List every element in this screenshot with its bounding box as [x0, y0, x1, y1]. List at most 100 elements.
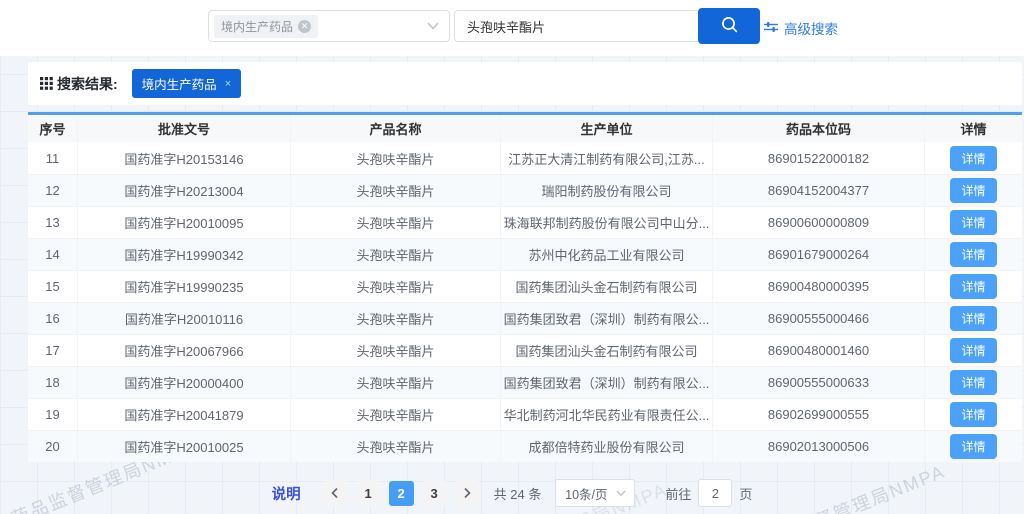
detail-button[interactable]: 详情 — [950, 402, 996, 427]
detail-button[interactable]: 详情 — [950, 210, 996, 235]
advanced-search-link[interactable]: 高级搜索 — [764, 19, 838, 37]
cell-approval-number: 国药准字H20153146 — [77, 142, 290, 174]
cell-index: 20 — [28, 431, 77, 462]
search-button[interactable] — [698, 8, 760, 44]
cell-drug-code: 86904152004377 — [712, 175, 924, 206]
cell-manufacturer: 瑞阳制药股份有限公司 — [500, 175, 712, 206]
detail-button[interactable]: 详情 — [950, 146, 996, 171]
table-row: 14国药准字H19990342头孢呋辛酯片苏州中化药品工业有限公司8690167… — [28, 238, 1022, 270]
cell-approval-number: 国药准字H19990342 — [77, 239, 290, 270]
cell-index: 11 — [28, 142, 77, 174]
page-size-select[interactable]: 10条/页 — [555, 479, 635, 507]
cell-detail: 详情 — [924, 431, 1022, 462]
cell-detail: 详情 — [924, 207, 1022, 238]
table-row: 16国药准字H20010116头孢呋辛酯片国药集团致君（深圳）制药有限公...8… — [28, 302, 1022, 334]
pager-pages: 123 — [356, 481, 447, 506]
detail-button[interactable]: 详情 — [950, 178, 996, 203]
cell-detail: 详情 — [924, 271, 1022, 302]
cell-manufacturer: 华北制药河北华民药业有限责任公... — [500, 399, 712, 430]
cell-manufacturer: 江苏正大清江制药有限公司,江苏... — [500, 142, 712, 174]
table-header-row: 序号 批准文号 产品名称 生产单位 药品本位码 详情 — [28, 115, 1022, 142]
table-row: 17国药准字H20067966头孢呋辛酯片国药集团汕头金石制药有限公司86900… — [28, 334, 1022, 366]
goto-label: 前往 — [665, 484, 691, 503]
column-header-manufacturer: 生产单位 — [500, 115, 712, 142]
detail-button[interactable]: 详情 — [950, 434, 996, 459]
cell-detail: 详情 — [924, 367, 1022, 398]
tag-close-icon[interactable]: ✕ — [298, 20, 311, 33]
cell-approval-number: 国药准字H20010116 — [77, 303, 290, 334]
cell-manufacturer: 国药集团汕头金石制药有限公司 — [500, 335, 712, 366]
page-button-2[interactable]: 2 — [389, 481, 414, 506]
table-row: 12国药准字H20213004头孢呋辛酯片瑞阳制药股份有限公司869041520… — [28, 174, 1022, 206]
note-link[interactable]: 说明 — [272, 483, 301, 504]
cell-drug-code: 86900480001460 — [712, 335, 924, 366]
results-label: 搜索结果: — [40, 74, 118, 94]
cell-product-name: 头孢呋辛酯片 — [290, 271, 500, 302]
cell-product-name: 头孢呋辛酯片 — [290, 175, 500, 206]
table-row: 15国药准字H19990235头孢呋辛酯片国药集团汕头金石制药有限公司86900… — [28, 270, 1022, 302]
column-header-detail: 详情 — [924, 115, 1022, 142]
detail-button[interactable]: 详情 — [950, 338, 996, 363]
cell-product-name: 头孢呋辛酯片 — [290, 367, 500, 398]
active-filter-label: 境内生产药品 — [142, 74, 217, 93]
total-count: 共 24 条 — [494, 484, 542, 503]
cell-manufacturer: 国药集团致君（深圳）制药有限公... — [500, 303, 712, 334]
cell-manufacturer: 珠海联邦制药股份有限公司中山分... — [500, 207, 712, 238]
cell-product-name: 头孢呋辛酯片 — [290, 239, 500, 270]
cell-detail: 详情 — [924, 175, 1022, 206]
table-row: 13国药准字H20010095头孢呋辛酯片珠海联邦制药股份有限公司中山分...8… — [28, 206, 1022, 238]
cell-index: 17 — [28, 335, 77, 366]
prev-page-button[interactable] — [323, 481, 348, 506]
cell-drug-code: 86900600000809 — [712, 207, 924, 238]
cell-approval-number: 国药准字H20010095 — [77, 207, 290, 238]
column-header-drug-code: 药品本位码 — [712, 115, 924, 142]
cell-drug-code: 86902699000555 — [712, 399, 924, 430]
cell-product-name: 头孢呋辛酯片 — [290, 399, 500, 430]
pagination: 说明 123 共 24 条 10条/页 前往 页 — [0, 479, 1024, 507]
cell-manufacturer: 成都倍特药业股份有限公司 — [500, 431, 712, 462]
results-bar: 搜索结果: 境内生产药品 × — [28, 62, 1022, 105]
page-button-1[interactable]: 1 — [356, 481, 381, 506]
table-row: 18国药准字H20000400头孢呋辛酯片国药集团致君（深圳）制药有限公...8… — [28, 366, 1022, 398]
goto-page-input[interactable] — [698, 479, 732, 507]
cell-product-name: 头孢呋辛酯片 — [290, 207, 500, 238]
results-label-text: 搜索结果: — [57, 74, 118, 94]
table-row: 11国药准字H20153146头孢呋辛酯片江苏正大清江制药有限公司,江苏...8… — [28, 142, 1022, 174]
detail-button[interactable]: 详情 — [950, 370, 996, 395]
detail-button[interactable]: 详情 — [950, 274, 996, 299]
cell-index: 15 — [28, 271, 77, 302]
cell-manufacturer: 国药集团汕头金石制药有限公司 — [500, 271, 712, 302]
category-tag: 境内生产药品 ✕ — [214, 15, 318, 38]
next-page-button[interactable] — [455, 481, 480, 506]
category-select[interactable]: 境内生产药品 ✕ — [208, 10, 450, 42]
detail-button[interactable]: 详情 — [950, 242, 996, 267]
detail-button[interactable]: 详情 — [950, 306, 996, 331]
cell-index: 18 — [28, 367, 77, 398]
cell-product-name: 头孢呋辛酯片 — [290, 431, 500, 462]
results-table: 序号 批准文号 产品名称 生产单位 药品本位码 详情 11国药准字H201531… — [28, 112, 1022, 462]
chevron-down-icon — [427, 22, 439, 30]
cell-detail: 详情 — [924, 142, 1022, 174]
category-tag-label: 境内生产药品 — [221, 18, 293, 35]
table-row: 19国药准字H20041879头孢呋辛酯片华北制药河北华民药业有限责任公...8… — [28, 398, 1022, 430]
column-header-product-name: 产品名称 — [290, 115, 500, 142]
cell-drug-code: 86901522000182 — [712, 142, 924, 174]
cell-detail: 详情 — [924, 399, 1022, 430]
cell-drug-code: 86900480000395 — [712, 271, 924, 302]
cell-detail: 详情 — [924, 303, 1022, 334]
filter-tag-close-icon[interactable]: × — [225, 78, 231, 90]
cell-index: 16 — [28, 303, 77, 334]
cell-product-name: 头孢呋辛酯片 — [290, 303, 500, 334]
search-input[interactable] — [454, 10, 698, 42]
cell-product-name: 头孢呋辛酯片 — [290, 142, 500, 174]
cell-approval-number: 国药准字H20000400 — [77, 367, 290, 398]
column-header-index: 序号 — [28, 115, 77, 142]
page-button-3[interactable]: 3 — [422, 481, 447, 506]
cell-manufacturer: 国药集团致君（深圳）制药有限公... — [500, 367, 712, 398]
cell-approval-number: 国药准字H20041879 — [77, 399, 290, 430]
column-header-approval-number: 批准文号 — [77, 115, 290, 142]
cell-drug-code: 86900555000633 — [712, 367, 924, 398]
cell-index: 14 — [28, 239, 77, 270]
cell-drug-code: 86901679000264 — [712, 239, 924, 270]
cell-index: 13 — [28, 207, 77, 238]
